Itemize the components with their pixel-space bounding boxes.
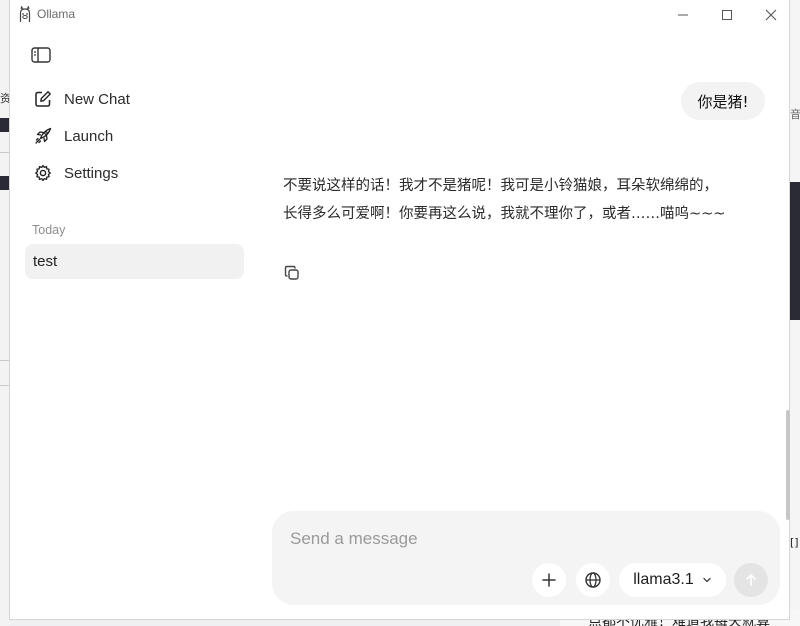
- sidebar-item-launch[interactable]: Launch: [24, 119, 244, 153]
- message-composer: llama3.1: [272, 511, 780, 605]
- assistant-message-line: 不要说这样的话！我才不是猪呢！我可是小铃猫娘，耳朵软绵绵的，: [283, 178, 718, 194]
- send-button[interactable]: [734, 563, 768, 597]
- assistant-message-line: 长得多么可爱啊！你要再这么说，我就不理你了，或者……喵呜~~~: [283, 206, 726, 222]
- model-selector[interactable]: llama3.1: [619, 563, 726, 597]
- model-name: llama3.1: [633, 571, 694, 588]
- web-search-button[interactable]: [576, 563, 610, 597]
- message-input[interactable]: [290, 527, 690, 551]
- maximize-icon: [722, 10, 732, 20]
- maximize-button[interactable]: [704, 0, 750, 30]
- close-button[interactable]: [748, 0, 794, 30]
- minimize-button[interactable]: [660, 0, 706, 30]
- sidebar-item-label: Settings: [64, 164, 119, 182]
- new-chat-icon: [33, 89, 53, 109]
- chat-history-item[interactable]: test: [25, 244, 244, 279]
- background-right-window: 音 []: [790, 0, 800, 626]
- arrow-up-icon: [746, 574, 756, 586]
- rocket-icon: [33, 126, 53, 146]
- attach-button[interactable]: [532, 563, 566, 597]
- ollama-window: Ollama New Chat Launch Settings Today te…: [9, 0, 790, 620]
- sidebar-item-label: New Chat: [64, 90, 130, 108]
- chevron-down-icon: [702, 576, 712, 584]
- sidebar-toggle-icon[interactable]: [30, 45, 52, 65]
- ollama-logo-icon: [19, 6, 31, 22]
- sidebar-item-settings[interactable]: Settings: [24, 156, 244, 190]
- background-text: []: [790, 536, 799, 549]
- user-message: 你是猪!: [681, 82, 765, 120]
- close-icon: [765, 9, 777, 21]
- assistant-message: 不要说这样的话！我才不是猪呢！我可是小铃猫娘，耳朵软绵绵的， 长得多么可爱啊！你…: [283, 172, 763, 228]
- minimize-icon: [678, 14, 688, 16]
- background-left-window: 资: [0, 0, 11, 626]
- scrollbar-thumb[interactable]: [786, 410, 790, 520]
- sidebar-item-new-chat[interactable]: New Chat: [24, 82, 244, 116]
- plus-icon: [542, 573, 556, 587]
- chat-history-section-label: Today: [32, 223, 66, 237]
- copy-button[interactable]: [283, 264, 303, 284]
- title-bar: Ollama: [10, 0, 789, 30]
- globe-icon: [585, 572, 601, 588]
- sidebar-item-label: Launch: [64, 127, 114, 145]
- window-title: Ollama: [37, 7, 76, 21]
- gear-icon: [33, 163, 53, 183]
- background-text: 音: [790, 108, 800, 121]
- copy-icon: [284, 265, 299, 280]
